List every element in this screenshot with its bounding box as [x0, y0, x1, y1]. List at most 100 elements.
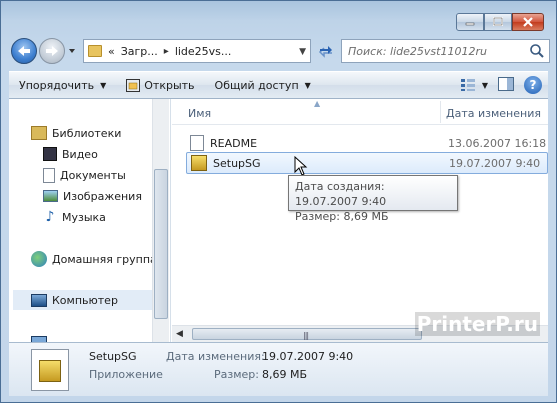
toolbar-right-tools: ▼ ?	[460, 76, 542, 94]
nav-pane-scrollbar[interactable]	[152, 99, 169, 342]
nav-item-music[interactable]: ♪ Музыка	[43, 207, 106, 227]
navigation-bar: « Загр... ▸ lide25vs... ▼ Поиск: lide25v…	[9, 37, 550, 65]
details-date-label: Дата изменения:	[166, 350, 265, 363]
application-file-icon	[31, 349, 69, 391]
back-button[interactable]	[11, 38, 37, 64]
view-options-button[interactable]: ▼	[460, 78, 488, 92]
file-date: 13.06.2007 16:18	[448, 136, 547, 150]
nav-item-label: Домашняя группа	[52, 252, 157, 266]
nav-item-label: Компьютер	[52, 293, 118, 307]
maximize-icon	[493, 17, 503, 26]
details-pane: SetupSG Приложение Дата изменения: 19.07…	[9, 342, 548, 396]
maximize-button[interactable]	[484, 13, 512, 31]
scrollbar-thumb[interactable]	[154, 169, 168, 319]
details-file-type: Приложение	[89, 368, 163, 381]
computer-icon	[31, 293, 47, 307]
sort-ascending-icon: ▲	[314, 99, 321, 108]
column-header-row: ▲ Имя Дата изменения	[172, 99, 548, 125]
nav-item-label: Изображения	[63, 189, 142, 203]
minimize-icon	[465, 22, 475, 26]
chevron-down-icon[interactable]: ▼	[299, 47, 306, 57]
close-button[interactable]	[512, 13, 544, 31]
file-name: README	[210, 136, 258, 150]
file-row-readme[interactable]: README 13.06.2007 16:18	[186, 132, 548, 154]
video-icon	[43, 147, 57, 161]
chevron-down-icon: ▼	[481, 80, 488, 90]
nav-item-network[interactable]	[31, 331, 47, 342]
column-divider[interactable]	[440, 101, 441, 123]
file-list-pane: ▲ Имя Дата изменения README 13.06.2007 1…	[172, 99, 548, 342]
column-header-date-modified[interactable]: Дата изменения	[446, 107, 541, 120]
open-button[interactable]: Открыть	[116, 72, 204, 98]
view-details-icon	[460, 79, 475, 91]
nav-item-libraries[interactable]: Библиотеки	[31, 123, 121, 143]
file-date: 19.07.2007 9:40	[449, 156, 541, 170]
navigation-pane: Библиотеки Видео Документы Изображения ♪…	[9, 99, 171, 342]
content-area: Библиотеки Видео Документы Изображения ♪…	[9, 99, 548, 342]
breadcrumb-separator[interactable]: ▸	[164, 46, 169, 57]
scrollbar-thumb[interactable]: |||	[192, 328, 422, 340]
preview-pane-button[interactable]	[498, 76, 514, 94]
preview-pane-icon	[498, 76, 514, 91]
nav-item-computer[interactable]: Компьютер	[13, 290, 152, 310]
column-header-name[interactable]: Имя	[188, 107, 211, 120]
nav-item-label: Видео	[62, 147, 98, 161]
share-menu-button[interactable]: Общий доступ ▼	[205, 72, 321, 98]
help-button[interactable]: ?	[524, 76, 542, 94]
chevron-down-icon: ▼	[304, 80, 311, 90]
open-label: Открыть	[144, 78, 195, 92]
nav-item-video[interactable]: Видео	[43, 144, 98, 164]
watermark: PrinterP.ru	[414, 312, 540, 336]
search-input[interactable]: Поиск: lide25vst11012ru	[341, 39, 550, 63]
chevron-down-icon: ▼	[100, 80, 107, 90]
nav-item-homegroup[interactable]: Домашняя группа	[31, 249, 157, 269]
file-name: SetupSG	[213, 156, 261, 170]
nav-item-label: Музыка	[62, 210, 106, 224]
open-app-icon	[126, 78, 141, 92]
breadcrumb-current-folder[interactable]: lide25vs...	[175, 45, 232, 58]
nav-item-documents[interactable]: Документы	[43, 165, 126, 185]
tooltip-size: Размер: 8,69 МБ	[295, 210, 389, 223]
documents-icon	[43, 167, 55, 183]
chevron-down-icon	[69, 49, 75, 53]
setup-exe-icon	[39, 360, 61, 382]
tooltip-created: Дата создания: 19.07.2007 9:40	[295, 180, 387, 208]
arrow-left-icon	[18, 46, 30, 56]
refresh-button[interactable]	[314, 39, 338, 63]
images-icon	[43, 190, 58, 202]
nav-item-images[interactable]: Изображения	[43, 186, 142, 206]
address-bar[interactable]: « Загр... ▸ lide25vs... ▼	[83, 39, 311, 63]
share-label: Общий доступ	[214, 78, 299, 92]
organize-label: Упорядочить	[19, 78, 95, 92]
search-icon[interactable]	[529, 43, 545, 62]
folder-icon	[88, 45, 102, 57]
command-bar: Упорядочить ▼ Открыть Общий доступ ▼ ▼ ?	[9, 71, 548, 99]
recent-pages-dropdown[interactable]	[67, 46, 77, 56]
grip-icon: |||	[303, 331, 309, 340]
close-icon	[523, 17, 533, 27]
breadcrumb-overflow[interactable]: «	[108, 45, 115, 58]
caption-buttons	[456, 13, 544, 31]
music-icon: ♪	[45, 209, 55, 225]
library-icon	[31, 126, 47, 140]
nav-item-label: Библиотеки	[52, 126, 122, 140]
text-file-icon	[190, 135, 204, 151]
file-info-tooltip: Дата создания: 19.07.2007 9:40 Размер: 8…	[288, 175, 458, 223]
organize-menu-button[interactable]: Упорядочить ▼	[9, 72, 116, 98]
scroll-left-icon[interactable]: ◀	[176, 329, 183, 339]
forward-button[interactable]	[39, 38, 65, 64]
details-size-label: Размер:	[214, 368, 259, 381]
setup-exe-icon	[191, 155, 207, 171]
search-placeholder: Поиск: lide25vst11012ru	[348, 44, 487, 58]
breadcrumb-downloads[interactable]: Загр...	[121, 45, 158, 58]
file-row-setupsg[interactable]: SetupSG 19.07.2007 9:40	[186, 152, 548, 174]
explorer-window: « Загр... ▸ lide25vs... ▼ Поиск: lide25v…	[0, 0, 557, 403]
arrow-right-icon	[46, 46, 58, 56]
minimize-button[interactable]	[456, 13, 484, 31]
homegroup-icon	[31, 251, 47, 267]
details-file-name: SetupSG	[89, 350, 137, 363]
refresh-icon	[318, 46, 332, 58]
details-date-value: 19.07.2007 9:40	[262, 350, 354, 363]
details-size-value: 8,69 МБ	[262, 368, 308, 381]
nav-item-label: Документы	[60, 168, 126, 182]
